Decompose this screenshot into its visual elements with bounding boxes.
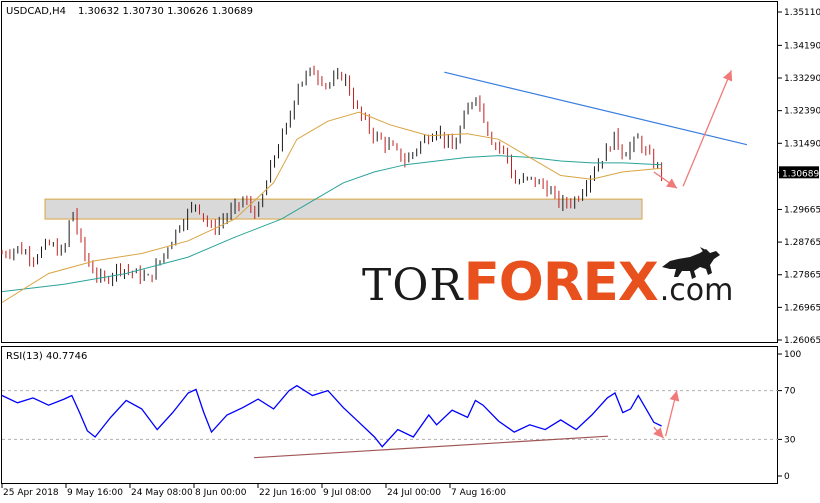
- time-tick-label: 9 Jul 08:00: [323, 488, 372, 498]
- price-tick-label: 1.31490: [784, 139, 820, 149]
- time-tick-label: 24 May 08:00: [131, 488, 193, 498]
- price-tick-label: 1.26065: [784, 336, 820, 346]
- rsi-panel: [1, 346, 778, 484]
- time-tick-label: 22 Jun 16:00: [259, 488, 316, 498]
- rsi-header: RSI(13) 40.7746: [6, 351, 87, 362]
- bull-icon: [662, 247, 720, 279]
- price-tick-label: 1.34190: [784, 41, 820, 51]
- price-tick-label: 1.29665: [784, 205, 820, 215]
- time-tick-label: 9 May 16:00: [67, 488, 123, 498]
- support-zone: [44, 198, 643, 220]
- price-tick-label: 1.27865: [784, 271, 820, 281]
- rsi-tick-label: 100: [784, 350, 801, 360]
- price-header: USDCAD,H4: [6, 6, 66, 17]
- time-tick-label: 7 Aug 16:00: [451, 488, 506, 498]
- price-tick-label: 1.28765: [784, 238, 820, 248]
- price-tick-label: 1.26965: [784, 303, 820, 313]
- price-tick-label: 1.35110: [784, 8, 820, 18]
- rsi-tick-label: 30: [784, 435, 796, 445]
- time-tick-label: 25 Apr 2018: [3, 488, 59, 498]
- price-tick-label: 1.32390: [784, 107, 820, 117]
- current-price-label: 1.30689: [782, 169, 819, 179]
- rsi-tick-label: 0: [784, 472, 790, 482]
- price-tick-label: 1.33290: [784, 74, 820, 84]
- time-tick-label: 8 Jun 00:00: [195, 488, 247, 498]
- brand-tor: TOR: [362, 260, 464, 311]
- brand-forex: FOREX: [463, 252, 659, 313]
- rsi-tick-label: 70: [784, 387, 796, 397]
- price-header-ohlc: 1.30632 1.30730 1.30626 1.30689: [78, 6, 253, 17]
- time-tick-label: 24 Jul 00:00: [387, 488, 441, 498]
